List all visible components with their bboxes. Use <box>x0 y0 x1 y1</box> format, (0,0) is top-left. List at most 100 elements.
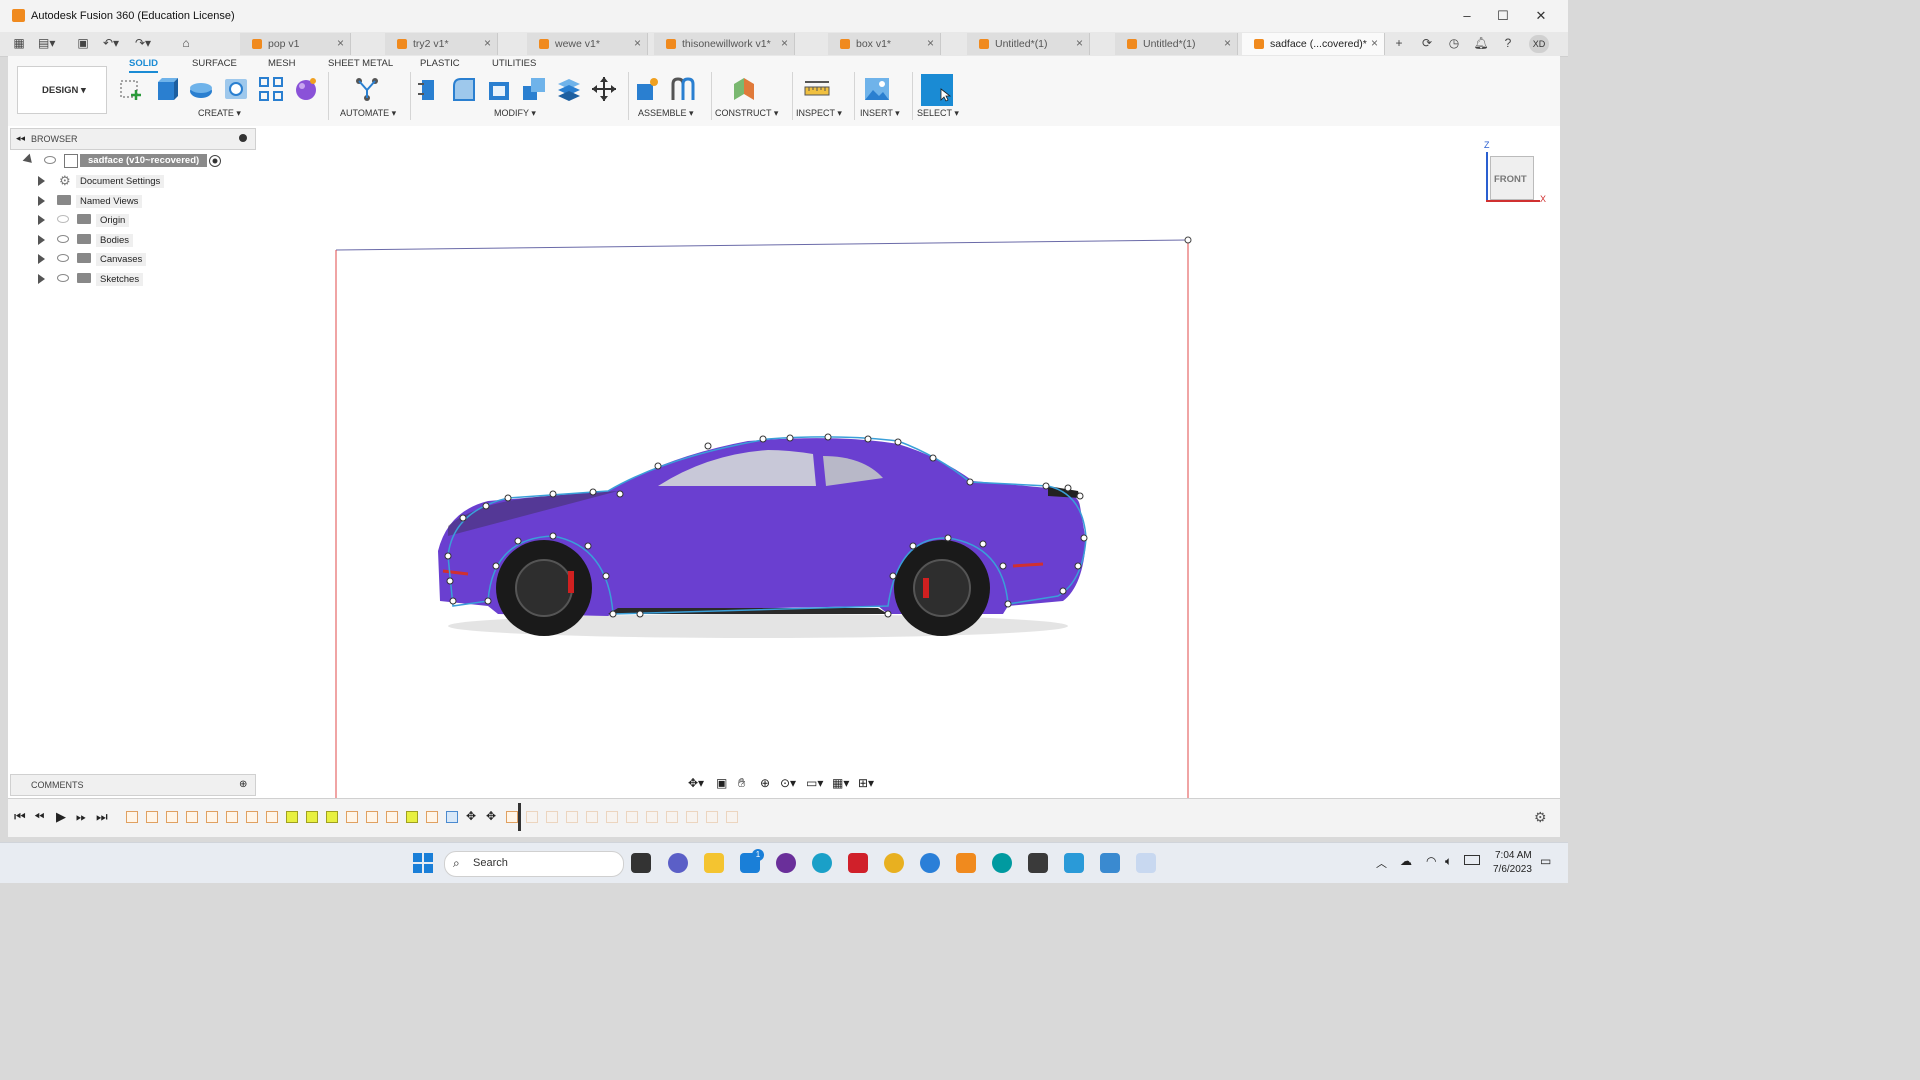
timeline-canvas-feature[interactable] <box>286 811 298 823</box>
timeline-feature[interactable] <box>146 811 158 823</box>
press-pull-icon[interactable] <box>416 76 442 102</box>
select-icon[interactable] <box>921 74 953 106</box>
viewcube[interactable]: FRONT Z X <box>1482 140 1552 206</box>
taskbar-search[interactable]: ⌕ Search <box>444 851 624 877</box>
step-back-icon[interactable]: ⏪︎ <box>34 809 44 825</box>
sync-icon[interactable]: ⟳ <box>1419 36 1435 52</box>
arduino-icon[interactable] <box>992 853 1012 873</box>
bell-icon[interactable]: 🔔︎ <box>1473 36 1489 52</box>
doc-tab[interactable]: box v1* × <box>828 33 941 55</box>
minimize-button[interactable]: – <box>1458 8 1476 24</box>
orbit-icon[interactable]: ✥▾ <box>688 776 704 790</box>
canvas-corner-handle[interactable] <box>1184 236 1192 244</box>
photos-icon[interactable] <box>1100 853 1120 873</box>
close-tab-icon[interactable]: × <box>781 36 788 50</box>
sublime-icon[interactable] <box>1028 853 1048 873</box>
timeline-feature[interactable] <box>186 811 198 823</box>
timeline-feature-suppressed[interactable] <box>626 811 638 823</box>
new-component-icon[interactable] <box>634 76 660 102</box>
tab-solid[interactable]: SOLID <box>129 58 159 73</box>
clock-icon[interactable]: ◷ <box>1446 36 1462 52</box>
play-icon[interactable]: ▶ <box>56 809 66 825</box>
timeline-feature-suppressed[interactable] <box>606 811 618 823</box>
clock-date[interactable]: 7/6/2023 <box>1493 864 1532 875</box>
doc-tab[interactable]: Untitled*(1) × <box>1115 33 1238 55</box>
comments-panel-header[interactable]: COMMENTS ⊕ <box>10 774 256 796</box>
viewport[interactable] <box>8 126 1560 798</box>
timeline-feature-suppressed[interactable] <box>666 811 678 823</box>
revolve-icon[interactable] <box>188 76 214 102</box>
grid-settings-icon[interactable]: ▦▾ <box>832 776 849 790</box>
timeline-feature-suppressed[interactable] <box>546 811 558 823</box>
chrome-icon[interactable] <box>884 853 904 873</box>
insert-canvas-icon[interactable] <box>864 76 890 102</box>
tab-mesh[interactable]: MESH <box>268 58 295 69</box>
shell-icon[interactable] <box>486 76 512 102</box>
timeline-feature-suppressed[interactable] <box>566 811 578 823</box>
timeline-features[interactable]: ✥ ✥ <box>126 799 746 837</box>
go-to-end-icon[interactable]: ⏭ <box>96 809 108 825</box>
workspace-switcher[interactable]: DESIGN ▾ <box>17 66 107 114</box>
create-menu[interactable]: CREATE ▾ <box>198 108 241 119</box>
tab-utilities[interactable]: UTILITIES <box>492 58 536 69</box>
tab-plastic[interactable]: PLASTIC <box>420 58 460 69</box>
notifications-icon[interactable]: ▭ <box>1540 854 1551 868</box>
timeline-marker[interactable] <box>518 803 521 831</box>
viewports-icon[interactable]: ⊞▾ <box>858 776 874 790</box>
avatar[interactable]: XD <box>1529 35 1549 53</box>
combine-icon[interactable] <box>521 76 547 102</box>
inspect-menu[interactable]: INSPECT ▾ <box>796 108 842 119</box>
move-icon[interactable] <box>591 76 617 102</box>
measure-icon[interactable] <box>804 76 830 102</box>
step-forward-icon[interactable]: ⏩︎ <box>76 809 86 825</box>
doc-tab[interactable]: try2 v1* × <box>385 33 498 55</box>
automate-icon[interactable] <box>354 76 380 102</box>
timeline-feature[interactable] <box>406 811 418 823</box>
fillet-icon[interactable] <box>451 76 477 102</box>
construct-menu[interactable]: CONSTRUCT ▾ <box>715 108 778 119</box>
timeline-settings-icon[interactable]: ⚙ <box>1534 809 1547 826</box>
timeline-feature-suppressed[interactable] <box>686 811 698 823</box>
file-menu-icon[interactable]: ▤▾ <box>38 36 55 52</box>
doc-tab[interactable]: Untitled*(1) × <box>967 33 1090 55</box>
offset-face-icon[interactable] <box>556 76 582 102</box>
teams-icon[interactable] <box>668 853 688 873</box>
doc-tab[interactable]: pop v1 × <box>240 33 351 55</box>
timeline-feature[interactable] <box>446 811 458 823</box>
timeline-feature-suppressed[interactable] <box>706 811 718 823</box>
timeline-feature-suppressed[interactable] <box>646 811 658 823</box>
grid-menu-icon[interactable]: ▦ <box>11 36 27 52</box>
timeline-feature[interactable] <box>386 811 398 823</box>
close-tab-icon[interactable]: × <box>484 36 491 50</box>
timeline-feature[interactable] <box>126 811 138 823</box>
help-icon[interactable]: ? <box>1500 36 1516 52</box>
undo-icon[interactable]: ↶▾ <box>103 36 119 52</box>
modify-menu[interactable]: MODIFY ▾ <box>494 108 536 119</box>
github-icon[interactable] <box>776 853 796 873</box>
file-explorer-icon[interactable] <box>704 853 724 873</box>
wifi-icon[interactable]: ◠ <box>1426 854 1436 868</box>
zoom-icon[interactable]: ⊕ <box>760 776 770 790</box>
automate-menu[interactable]: AUTOMATE ▾ <box>340 108 396 119</box>
tab-surface[interactable]: SURFACE <box>192 58 237 69</box>
select-menu[interactable]: SELECT ▾ <box>917 108 959 119</box>
fusion-360-taskbar-icon[interactable] <box>956 853 976 873</box>
timeline-feature[interactable] <box>246 811 258 823</box>
timeline-feature[interactable] <box>366 811 378 823</box>
pan-icon[interactable]: ✋︎ <box>738 775 745 791</box>
app-icon[interactable] <box>920 853 940 873</box>
timeline-feature[interactable] <box>266 811 278 823</box>
close-tab-icon[interactable]: × <box>634 36 641 50</box>
canvas-area[interactable]: ◂◂ BROWSER sadface (v10~recovered) ⚙ Doc… <box>8 126 1560 798</box>
timeline-feature[interactable] <box>346 811 358 823</box>
timeline-move-icon[interactable]: ✥ <box>486 809 496 823</box>
doc-tab[interactable]: thisonewillwork v1* × <box>654 33 795 55</box>
look-at-icon[interactable]: ▣ <box>716 776 727 790</box>
go-to-start-icon[interactable]: ⏮ <box>14 809 26 825</box>
timeline-feature[interactable] <box>166 811 178 823</box>
timeline-feature[interactable] <box>306 811 318 823</box>
volume-icon[interactable]: 🔈︎ <box>1445 854 1452 869</box>
create-sketch-icon[interactable] <box>118 76 144 102</box>
new-tab-icon[interactable]: + <box>1391 36 1407 52</box>
start-icon[interactable] <box>413 853 433 873</box>
